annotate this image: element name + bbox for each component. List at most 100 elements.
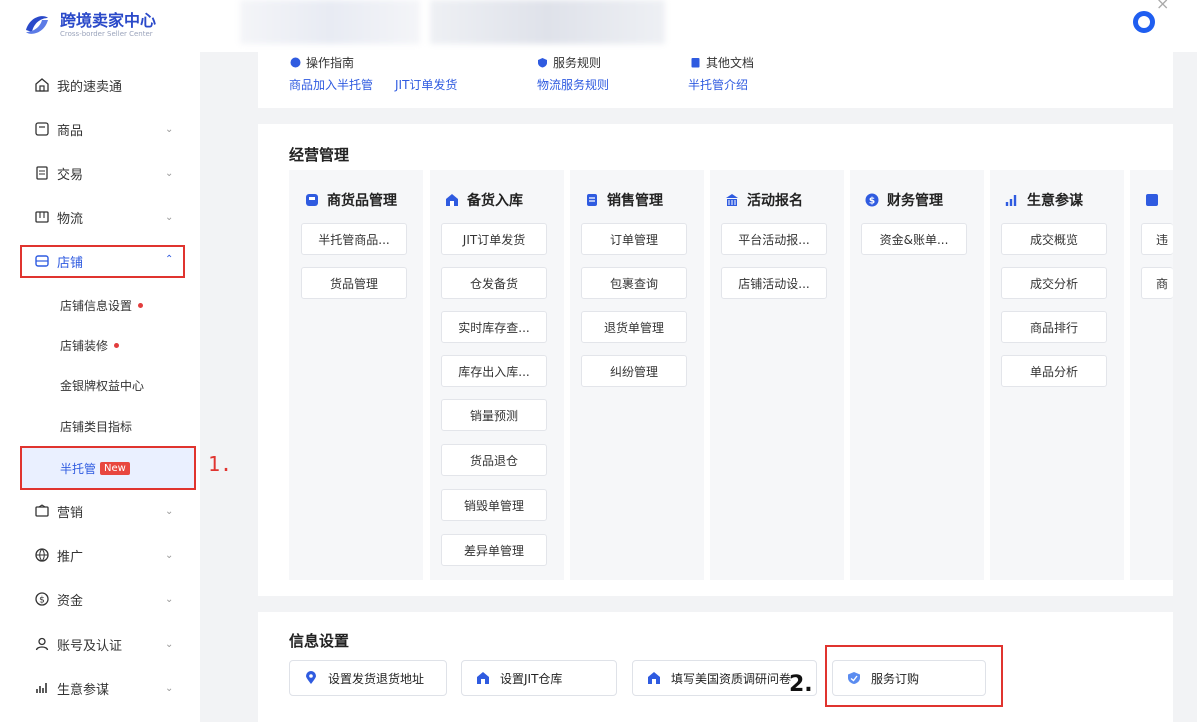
- annotation-step-2: 2.: [789, 672, 813, 697]
- sidebar-item-my-aliexpress[interactable]: 我的速卖通: [35, 74, 122, 96]
- guide-head-operation: 操作指南: [290, 54, 354, 71]
- svg-text:$: $: [39, 596, 45, 606]
- chart-icon: [36, 683, 47, 693]
- button-realtime-inventory[interactable]: 实时库存查...: [441, 311, 547, 343]
- guide-head-label: 操作指南: [306, 56, 355, 70]
- sidebar-item-promotion[interactable]: 推广: [35, 544, 83, 566]
- section-title-business: 经营管理: [289, 146, 350, 164]
- sidebar-subitem-label: 店铺装修: [60, 338, 109, 353]
- sidebar-subitem-store-decoration[interactable]: 店铺装修: [60, 335, 120, 355]
- button-goods-return[interactable]: 货品退仓: [441, 444, 547, 476]
- chevron-down-icon: ⌄: [165, 594, 174, 605]
- button-warehouse-stock[interactable]: 仓发备货: [441, 267, 547, 299]
- chevron-down-icon: ⌄: [165, 212, 174, 223]
- sidebar-subitem-category-metrics[interactable]: 店铺类目指标: [60, 416, 132, 436]
- chevron-down-icon: ⌄: [165, 550, 174, 561]
- section-title-info: 信息设置: [289, 632, 350, 650]
- column-head-analytics: 生意参谋: [1005, 190, 1083, 210]
- sidebar-item-marketing[interactable]: 营销: [35, 500, 83, 522]
- document-icon: [691, 58, 700, 68]
- sidebar-item-label: 商品: [57, 123, 84, 139]
- goods-icon: [306, 194, 318, 206]
- compass-icon: [290, 57, 301, 68]
- button-variance-orders[interactable]: 差异单管理: [441, 534, 547, 566]
- logistics-icon: [35, 211, 49, 223]
- location-pin-icon: [306, 671, 316, 684]
- button-single-product-analysis[interactable]: 单品分析: [1001, 355, 1107, 387]
- button-inventory-io[interactable]: 库存出入库...: [441, 355, 547, 387]
- close-icon[interactable]: ×: [1156, 0, 1172, 12]
- warehouse-icon: [446, 194, 458, 206]
- button-partial-1[interactable]: 违: [1141, 223, 1173, 255]
- button-deal-overview[interactable]: 成交概览: [1001, 223, 1107, 255]
- button-return-orders[interactable]: 退货单管理: [581, 311, 687, 343]
- button-store-activities[interactable]: 店铺活动设...: [721, 267, 827, 299]
- button-set-return-address[interactable]: 设置发货退货地址: [289, 660, 447, 696]
- sidebar-item-trade[interactable]: 交易: [35, 162, 83, 184]
- sidebar-subitem-medal-center[interactable]: 金银牌权益中心: [60, 375, 144, 395]
- button-dispute-management[interactable]: 纠纷管理: [581, 355, 687, 387]
- chevron-down-icon: ⌄: [165, 639, 174, 650]
- guide-link-logistics-rules[interactable]: 物流服务规则: [537, 76, 609, 93]
- logo[interactable]: 跨境卖家中心 Cross-border Seller Center: [22, 10, 156, 40]
- guide-link-add-semi[interactable]: 商品加入半托管: [289, 76, 373, 93]
- sidebar-subitem-store-info[interactable]: 店铺信息设置: [60, 295, 144, 315]
- sidebar-item-account[interactable]: 账号及认证: [35, 633, 122, 655]
- top-header: 跨境卖家中心 Cross-border Seller Center ×: [0, 0, 1197, 52]
- info-button-label: 填写美国资质调研问卷: [671, 671, 792, 686]
- button-jit-shipping[interactable]: JIT订单发货: [441, 223, 547, 255]
- column-head-finance: $ 财务管理: [865, 190, 943, 210]
- logo-icon: [26, 16, 48, 34]
- button-order-management[interactable]: 订单管理: [581, 223, 687, 255]
- user-icon: [35, 637, 49, 651]
- button-product-ranking[interactable]: 商品排行: [1001, 311, 1107, 343]
- sidebar-item-label: 推广: [57, 549, 84, 565]
- column-head-partial: [1145, 190, 1167, 210]
- sidebar-item-products[interactable]: 商品: [35, 118, 83, 140]
- bar-chart-icon: [1005, 195, 1017, 206]
- sidebar-item-funds[interactable]: $ 资金: [35, 588, 83, 610]
- sidebar-subitem-label: 店铺信息设置: [60, 298, 133, 313]
- guide-link-jit-shipping[interactable]: JIT订单发货: [395, 76, 457, 93]
- guide-link-semi-intro[interactable]: 半托管介绍: [688, 76, 748, 93]
- guide-head-label: 其他文档: [706, 56, 755, 70]
- column-head-activities: 活动报名: [725, 190, 803, 210]
- info-button-label: 设置发货退货地址: [328, 671, 425, 686]
- globe-icon: [35, 548, 49, 562]
- sales-icon: [587, 194, 597, 206]
- app-subtitle: Cross-border Seller Center: [60, 29, 153, 38]
- trade-icon: [36, 166, 48, 180]
- button-package-query[interactable]: 包裹查询: [581, 267, 687, 299]
- highlight-box-service-subscription: [825, 645, 1003, 707]
- highlight-box-store: [20, 245, 185, 278]
- button-sales-forecast[interactable]: 销量预测: [441, 399, 547, 431]
- sidebar-item-label: 账号及认证: [57, 638, 123, 654]
- button-goods-management[interactable]: 货品管理: [301, 267, 407, 299]
- warehouse-icon: [477, 672, 489, 684]
- button-platform-activities[interactable]: 平台活动报...: [721, 223, 827, 255]
- sidebar-item-label: 营销: [57, 505, 84, 521]
- column-head-label: 财务管理: [887, 193, 943, 209]
- button-set-jit-warehouse[interactable]: 设置JIT仓库: [461, 660, 617, 696]
- column-head-label: 生意参谋: [1027, 193, 1083, 209]
- partial-icon: [1146, 194, 1158, 206]
- scrollbar[interactable]: [1173, 52, 1197, 722]
- user-avatar-icon[interactable]: [1133, 11, 1155, 33]
- sidebar-item-logistics[interactable]: 物流: [35, 206, 83, 228]
- button-deal-analysis[interactable]: 成交分析: [1001, 267, 1107, 299]
- column-head-goods: 商货品管理: [305, 190, 397, 210]
- sidebar-subitem-label: 金银牌权益中心: [60, 378, 145, 393]
- highlight-box-semi-managed: [20, 446, 196, 490]
- info-button-label: 设置JIT仓库: [500, 671, 563, 686]
- notification-dot: [114, 342, 120, 348]
- app-title: 跨境卖家中心: [60, 10, 157, 30]
- money-icon: $: [35, 592, 49, 606]
- button-semi-managed-goods[interactable]: 半托管商品...: [301, 223, 407, 255]
- notification-dot: [138, 302, 144, 308]
- button-partial-2[interactable]: 商: [1141, 267, 1173, 299]
- warehouse-icon: [648, 672, 660, 684]
- column-head-sales: 销售管理: [585, 190, 663, 210]
- button-destruction-orders[interactable]: 销毁单管理: [441, 489, 547, 521]
- sidebar-item-business-advisor[interactable]: 生意参谋: [35, 677, 109, 699]
- button-funds-bills[interactable]: 资金&账单...: [861, 223, 967, 255]
